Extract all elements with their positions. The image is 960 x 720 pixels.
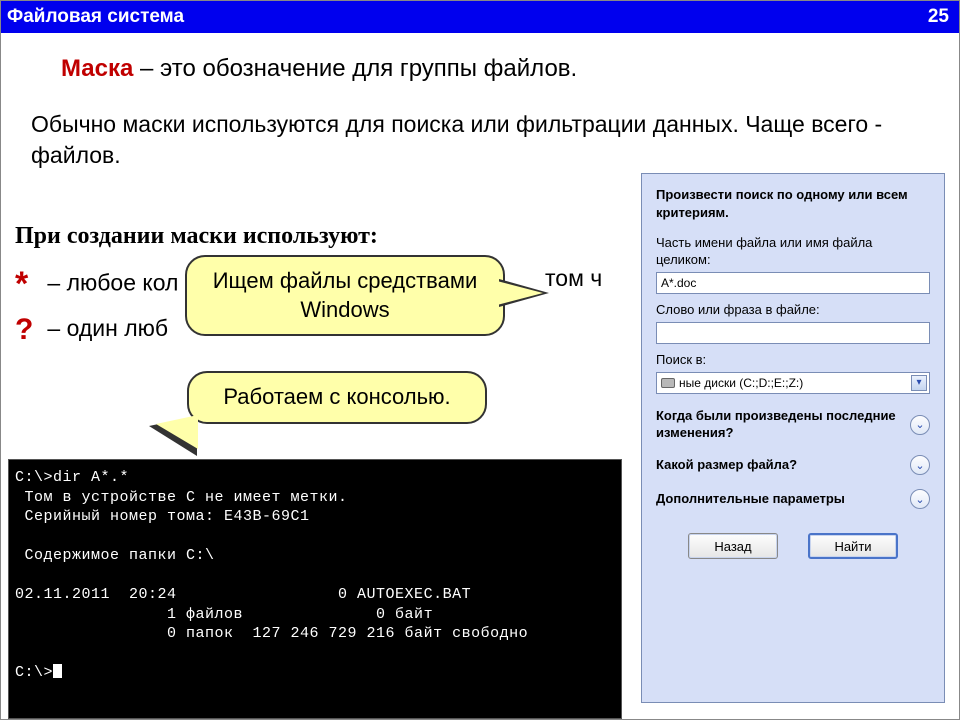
heading-term: Маска: [61, 55, 133, 82]
back-button[interactable]: Назад: [688, 533, 778, 559]
phrase-label: Слово или фраза в файле:: [656, 302, 930, 319]
search-intro: Произвести поиск по одному или всем крит…: [656, 186, 930, 221]
console-line: 02.11.2011 20:24 0 AUTOEXEC.BAT: [15, 586, 471, 603]
title-bar: Файловая система 25: [1, 1, 959, 33]
heading-rest: – это обозначение для группы файлов.: [133, 55, 577, 82]
chevron-expand-icon: ⌄: [910, 415, 930, 435]
console-line: Содержимое папки C:\: [15, 547, 215, 564]
console-output: C:\>dir A*.* Том в устройстве C не имеет…: [8, 459, 622, 719]
chevron-expand-icon: ⌄: [910, 489, 930, 509]
console-line: Том в устройстве C не имеет метки.: [15, 489, 348, 506]
console-line: C:\>dir A*.*: [15, 469, 129, 486]
expander-label: Какой размер файла?: [656, 457, 902, 474]
button-row: Назад Найти: [656, 533, 930, 559]
windows-search-panel: Произвести поиск по одному или всем крит…: [641, 173, 945, 703]
phrase-input[interactable]: [656, 322, 930, 344]
search-in-value: ные диски (C:;D:;E:;Z:): [679, 376, 907, 390]
question-text: – один люб: [41, 315, 168, 341]
slide-content: Маска – это обозначение для группы файло…: [1, 33, 959, 719]
console-line: Серийный номер тома: E43B-69C1: [15, 508, 310, 525]
expander-file-size[interactable]: Какой размер файла? ⌄: [656, 455, 930, 475]
bullet-question: ? – один люб: [15, 313, 168, 347]
subheading: При создании маски используют:: [15, 223, 378, 250]
console-line: 0 папок 127 246 729 216 байт свободно: [15, 625, 528, 642]
console-cursor: [53, 664, 62, 678]
disk-icon: [661, 378, 675, 388]
back-button-label: Назад: [714, 539, 751, 554]
console-line: 1 файлов 0 байт: [15, 606, 433, 623]
page-number: 25: [928, 6, 949, 28]
expander-more-params[interactable]: Дополнительные параметры ⌄: [656, 489, 930, 509]
expander-label: Когда были произведены последние изменен…: [656, 408, 902, 442]
search-in-label: Поиск в:: [656, 352, 930, 369]
intro-paragraph: Обычно маски используются для поиска или…: [31, 109, 939, 171]
callout-windows-search: Ищем файлы средствами Windows: [185, 255, 505, 336]
star-text-tail: том ч: [545, 265, 602, 292]
bullet-star: * – любое кол том ч: [15, 265, 178, 304]
star-symbol: *: [15, 265, 41, 304]
expander-last-changes[interactable]: Когда были произведены последние изменен…: [656, 408, 930, 442]
filename-input[interactable]: [656, 272, 930, 294]
filename-label: Часть имени файла или имя файла целиком:: [656, 235, 930, 269]
heading: Маска – это обозначение для группы файло…: [61, 55, 577, 83]
chevron-expand-icon: ⌄: [910, 455, 930, 475]
question-symbol: ?: [15, 313, 41, 347]
chevron-down-icon: ▾: [911, 375, 927, 391]
callout-console: Работаем с консолью.: [187, 371, 487, 424]
star-text-lead: – любое кол: [41, 270, 178, 296]
expander-label: Дополнительные параметры: [656, 491, 902, 508]
find-button-label: Найти: [834, 539, 871, 554]
console-line: C:\>: [15, 664, 53, 681]
title-text: Файловая система: [7, 6, 184, 28]
search-in-select[interactable]: ные диски (C:;D:;E:;Z:) ▾: [656, 372, 930, 394]
find-button[interactable]: Найти: [808, 533, 898, 559]
